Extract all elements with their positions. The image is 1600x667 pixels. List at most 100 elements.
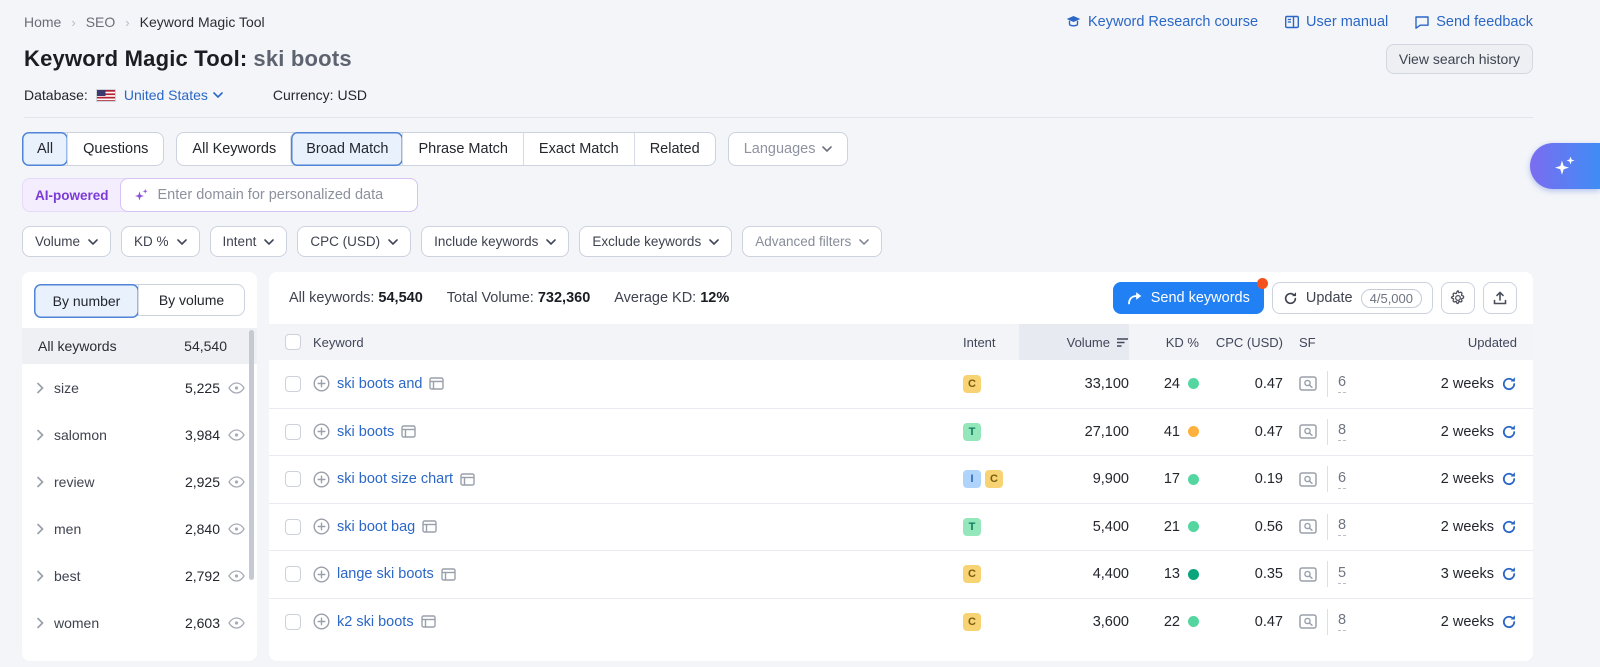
group-item-men[interactable]: men 2,840 bbox=[22, 505, 257, 552]
refresh-row-icon[interactable] bbox=[1501, 566, 1517, 582]
keyword-link[interactable]: ski boots bbox=[337, 424, 394, 440]
eye-icon[interactable] bbox=[228, 523, 245, 535]
refresh-row-icon[interactable] bbox=[1501, 471, 1517, 487]
all-keywords-group[interactable]: All keywords 54,540 bbox=[22, 328, 257, 364]
eye-icon[interactable] bbox=[228, 617, 245, 629]
sf-count[interactable]: 6 bbox=[1338, 470, 1346, 489]
sf-count[interactable]: 8 bbox=[1338, 517, 1346, 536]
sf-divider bbox=[1327, 419, 1328, 445]
row-checkbox[interactable] bbox=[285, 376, 301, 392]
col-volume-sorted[interactable]: Volume bbox=[1019, 324, 1129, 360]
keyword-link[interactable]: ski boot size chart bbox=[337, 471, 453, 487]
add-keyword-icon[interactable] bbox=[313, 518, 330, 535]
eye-icon[interactable] bbox=[228, 382, 245, 394]
sort-by-volume-tab[interactable]: By volume bbox=[138, 285, 244, 315]
serp-features-icon[interactable] bbox=[421, 615, 436, 628]
col-intent[interactable]: Intent bbox=[963, 335, 1019, 350]
add-keyword-icon[interactable] bbox=[313, 375, 330, 392]
row-checkbox[interactable] bbox=[285, 614, 301, 630]
col-sf[interactable]: SF bbox=[1283, 335, 1383, 350]
row-checkbox[interactable] bbox=[285, 424, 301, 440]
languages-dropdown[interactable]: Languages bbox=[728, 132, 849, 166]
breadcrumb-seo[interactable]: SEO bbox=[86, 14, 116, 30]
tab-related[interactable]: Related bbox=[634, 133, 715, 165]
serp-features-icon[interactable] bbox=[441, 568, 456, 581]
serp-preview-icon[interactable] bbox=[1299, 424, 1317, 439]
eye-icon[interactable] bbox=[228, 476, 245, 488]
add-keyword-icon[interactable] bbox=[313, 566, 330, 583]
breadcrumb-home[interactable]: Home bbox=[24, 14, 61, 30]
ai-assistant-button[interactable] bbox=[1530, 143, 1600, 189]
keyword-link[interactable]: k2 ski boots bbox=[337, 614, 414, 630]
chevron-right-icon bbox=[36, 429, 45, 441]
serp-features-icon[interactable] bbox=[401, 425, 416, 438]
col-cpc[interactable]: CPC (USD) bbox=[1199, 335, 1283, 350]
filter-include-keywords[interactable]: Include keywords bbox=[421, 226, 569, 257]
keyword-link[interactable]: ski boot bag bbox=[337, 519, 415, 535]
tab-broad-match[interactable]: Broad Match bbox=[290, 132, 403, 166]
group-item-women[interactable]: women 2,603 bbox=[22, 599, 257, 646]
col-kd[interactable]: KD % bbox=[1129, 335, 1199, 350]
refresh-row-icon[interactable] bbox=[1501, 424, 1517, 440]
send-keywords-button[interactable]: Send keywords bbox=[1113, 282, 1264, 314]
filter-intent[interactable]: Intent bbox=[210, 226, 288, 257]
sf-count[interactable]: 5 bbox=[1338, 565, 1346, 584]
add-keyword-icon[interactable] bbox=[313, 423, 330, 440]
serp-preview-icon[interactable] bbox=[1299, 614, 1317, 629]
send-feedback-link[interactable]: Send feedback bbox=[1414, 14, 1533, 30]
row-checkbox[interactable] bbox=[285, 519, 301, 535]
update-button[interactable]: Update 4/5,000 bbox=[1272, 282, 1433, 314]
filter-advanced[interactable]: Advanced filters bbox=[742, 226, 882, 257]
refresh-row-icon[interactable] bbox=[1501, 519, 1517, 535]
serp-features-icon[interactable] bbox=[460, 473, 475, 486]
sidebar-scrollbar[interactable] bbox=[249, 330, 254, 580]
domain-input[interactable]: Enter domain for personalized data bbox=[120, 178, 418, 212]
view-search-history-button[interactable]: View search history bbox=[1386, 44, 1533, 74]
col-keyword[interactable]: Keyword bbox=[313, 335, 364, 350]
refresh-row-icon[interactable] bbox=[1501, 614, 1517, 630]
tab-exact-match[interactable]: Exact Match bbox=[523, 133, 634, 165]
filter-cpc[interactable]: CPC (USD) bbox=[297, 226, 411, 257]
export-button[interactable] bbox=[1483, 282, 1517, 314]
tab-all-keywords[interactable]: All Keywords bbox=[177, 133, 291, 165]
tab-all[interactable]: All bbox=[22, 132, 68, 166]
serp-features-icon[interactable] bbox=[429, 377, 444, 390]
feedback-bubble-icon bbox=[1414, 14, 1430, 30]
keyword-research-course-link[interactable]: Keyword Research course bbox=[1065, 14, 1258, 30]
sf-count[interactable]: 6 bbox=[1338, 374, 1346, 393]
group-item-salomon[interactable]: salomon 3,984 bbox=[22, 411, 257, 458]
filter-exclude-keywords[interactable]: Exclude keywords bbox=[579, 226, 732, 257]
refresh-row-icon[interactable] bbox=[1501, 376, 1517, 392]
tab-phrase-match[interactable]: Phrase Match bbox=[402, 133, 522, 165]
row-checkbox[interactable] bbox=[285, 471, 301, 487]
tab-questions[interactable]: Questions bbox=[67, 133, 163, 165]
group-item-best[interactable]: best 2,792 bbox=[22, 552, 257, 599]
updated-value: 2 weeks bbox=[1441, 471, 1494, 487]
keyword-link[interactable]: lange ski boots bbox=[337, 566, 434, 582]
group-item-review[interactable]: review 2,925 bbox=[22, 458, 257, 505]
add-keyword-icon[interactable] bbox=[313, 471, 330, 488]
serp-preview-icon[interactable] bbox=[1299, 567, 1317, 582]
select-all-checkbox[interactable] bbox=[285, 334, 301, 350]
eye-icon[interactable] bbox=[228, 570, 245, 582]
sf-count[interactable]: 8 bbox=[1338, 612, 1346, 631]
settings-button[interactable] bbox=[1441, 282, 1475, 314]
serp-preview-icon[interactable] bbox=[1299, 376, 1317, 391]
serp-preview-icon[interactable] bbox=[1299, 472, 1317, 487]
database-select[interactable]: United States bbox=[124, 87, 223, 103]
add-keyword-icon[interactable] bbox=[313, 613, 330, 630]
cpc-value: 0.56 bbox=[1199, 519, 1283, 535]
col-updated[interactable]: Updated bbox=[1383, 335, 1517, 350]
filter-kd[interactable]: KD % bbox=[121, 226, 200, 257]
group-item-size[interactable]: size 5,225 bbox=[22, 364, 257, 411]
row-checkbox[interactable] bbox=[285, 566, 301, 582]
filter-volume[interactable]: Volume bbox=[22, 226, 111, 257]
sf-count[interactable]: 8 bbox=[1338, 422, 1346, 441]
serp-preview-icon[interactable] bbox=[1299, 519, 1317, 534]
kd-dot bbox=[1188, 378, 1199, 389]
eye-icon[interactable] bbox=[228, 429, 245, 441]
serp-features-icon[interactable] bbox=[422, 520, 437, 533]
user-manual-link[interactable]: User manual bbox=[1284, 14, 1388, 30]
sort-by-number-tab[interactable]: By number bbox=[34, 284, 139, 318]
keyword-link[interactable]: ski boots and bbox=[337, 376, 422, 392]
